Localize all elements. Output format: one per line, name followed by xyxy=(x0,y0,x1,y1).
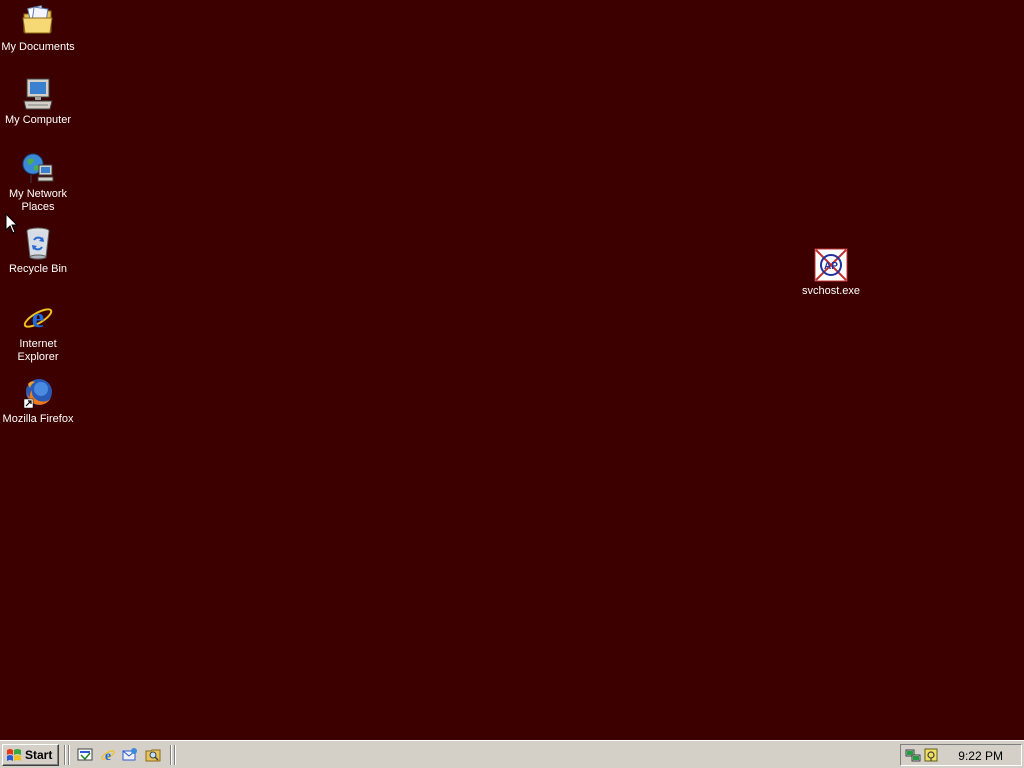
desktop-icon-label: Mozilla Firefox xyxy=(2,413,74,425)
explorer-search-icon[interactable] xyxy=(145,747,161,763)
svg-text:e: e xyxy=(105,749,111,763)
network-connection-icon[interactable] xyxy=(905,747,921,763)
internet-explorer-icon: e xyxy=(23,303,53,334)
desktop-icon-label: My Documents xyxy=(1,41,75,53)
network-places-icon xyxy=(22,153,54,183)
taskbar-clock[interactable]: 9:22 PM xyxy=(958,749,1003,763)
desktop-icon-label: My Computer xyxy=(4,114,72,126)
desktop-icon-label: Internet Explorer xyxy=(17,338,59,363)
taskbar-separator xyxy=(64,745,66,765)
task-area-grip[interactable] xyxy=(174,745,176,765)
svg-text:AP: AP xyxy=(824,261,838,272)
mouse-cursor-icon xyxy=(5,213,19,234)
security-shield-icon[interactable] xyxy=(923,747,939,763)
taskbar-separator xyxy=(170,745,172,765)
start-button[interactable]: Start xyxy=(2,744,59,766)
computer-icon xyxy=(23,78,53,110)
firefox-icon xyxy=(23,379,52,409)
desktop-icon-label: Recycle Bin xyxy=(8,263,68,275)
desktop-icon-svchost-exe[interactable]: AP svchost.exe xyxy=(793,248,869,298)
show-desktop-icon[interactable] xyxy=(77,747,93,763)
windows-logo-icon xyxy=(7,748,21,761)
desktop-icon-label: My Network Places xyxy=(8,188,68,213)
folder-documents-icon xyxy=(22,5,53,34)
desktop-icon-mozilla-firefox[interactable]: Mozilla Firefox xyxy=(0,376,76,426)
desktop-icon-my-computer[interactable]: My Computer xyxy=(0,77,76,127)
start-label: Start xyxy=(25,748,53,762)
taskbar: Start e 9:22 PM xyxy=(0,740,1024,768)
quick-launch-grip[interactable] xyxy=(68,745,70,765)
desktop-icon-my-documents[interactable]: My Documents xyxy=(0,4,76,54)
desktop[interactable]: My Documents My Computer My Network Plac… xyxy=(0,0,1024,740)
recycle-bin-icon xyxy=(26,227,50,260)
system-tray: 9:22 PM xyxy=(900,744,1022,766)
svchost-exe-icon: AP xyxy=(814,248,848,282)
desktop-icon-label: svchost.exe xyxy=(801,285,861,297)
internet-explorer-icon[interactable]: e xyxy=(100,747,116,763)
desktop-icon-my-network-places[interactable]: My Network Places xyxy=(0,151,76,214)
outlook-express-icon[interactable] xyxy=(122,747,138,763)
desktop-icon-internet-explorer[interactable]: e Internet Explorer xyxy=(0,301,76,364)
svg-text:e: e xyxy=(32,303,44,334)
